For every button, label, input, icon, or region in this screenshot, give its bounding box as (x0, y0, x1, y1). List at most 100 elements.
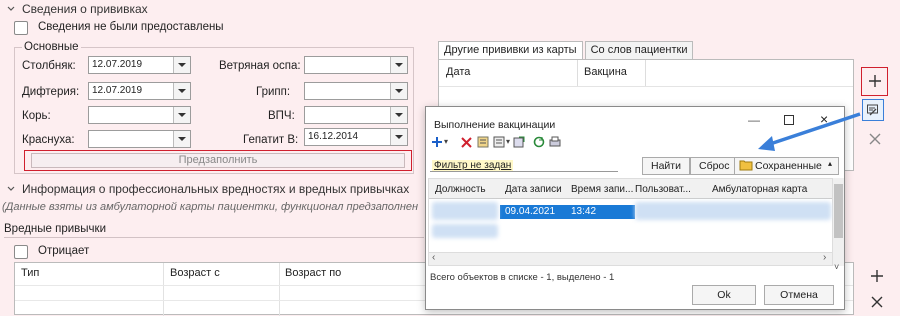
filter-underline (430, 171, 618, 172)
denies-label: Отрицает (38, 245, 90, 257)
dropdown-arrow-icon[interactable] (390, 129, 407, 145)
export-icon[interactable] (512, 135, 526, 149)
row-record-date: 09.04.2021 (505, 206, 556, 217)
dropdown-arrow-icon[interactable] (173, 131, 190, 147)
section-title: Сведения о прививках (22, 2, 148, 16)
vaccination-grid: Должность Дата записи Время запи... Поль… (428, 178, 833, 266)
row-record-time: 13:42 (571, 206, 597, 217)
folder-icon (739, 160, 753, 171)
denies-checkbox[interactable] (14, 245, 28, 259)
chevron-down-icon (7, 6, 15, 11)
column-header-age-from: Возраст с (170, 267, 220, 279)
column-divider (645, 60, 646, 86)
delete-habit-button[interactable] (866, 291, 888, 313)
column-header-record-date[interactable]: Дата записи (505, 184, 562, 195)
dropdown-arrow-icon[interactable]: ▴ (828, 159, 832, 168)
plus-icon (871, 270, 883, 282)
column-header-outpatient-card[interactable]: Амбулаторная карта (712, 184, 807, 195)
section-title: Информация о профессиональных вредностях… (22, 182, 410, 196)
view-icon[interactable] (492, 135, 506, 149)
column-header-user[interactable]: Пользоват... (635, 184, 691, 195)
column-header-age-to: Возраст по (285, 267, 342, 279)
add-icon[interactable] (430, 135, 444, 149)
chevron-down-icon[interactable]: ˅ (834, 262, 839, 272)
status-text: Всего объектов в списке - 1, выделено - … (430, 272, 615, 283)
scrollbar-thumb[interactable] (834, 184, 843, 238)
scroll-left-icon[interactable]: ‹ (432, 252, 435, 263)
vaccination-section-header[interactable]: Сведения о прививках (0, 0, 860, 18)
find-button[interactable]: Найти (642, 157, 690, 175)
hpv-combo[interactable] (304, 106, 408, 124)
chickenpox-combo[interactable] (304, 56, 408, 74)
diphtheria-label: Дифтерия: (22, 86, 80, 98)
column-header-position[interactable]: Должность (435, 184, 486, 195)
rubella-combo[interactable] (88, 130, 191, 148)
column-header-date: Дата (446, 66, 471, 78)
measles-label: Корь: (22, 110, 51, 122)
horizontal-scrollbar[interactable] (429, 252, 832, 265)
column-divider (279, 263, 280, 316)
scroll-right-icon[interactable]: › (823, 252, 826, 263)
saved-label: Сохраненные (755, 160, 822, 172)
hepatitis-b-combo[interactable]: 16.12.2014 (304, 128, 408, 146)
diphtheria-combo[interactable]: 12.07.2019 (88, 82, 191, 100)
not-provided-label: Сведения не были предоставлены (38, 21, 224, 33)
dialog-title: Выполнение вакцинации (434, 119, 556, 131)
redacted-user-card (635, 202, 831, 220)
hepatitis-b-value: 16.12.2014 (308, 131, 359, 142)
column-header-record-time[interactable]: Время запи... (571, 184, 633, 195)
diphtheria-value: 12.07.2019 (92, 85, 143, 96)
flu-value (305, 83, 390, 99)
hpv-value (305, 107, 390, 123)
chevron-down-icon (7, 186, 15, 191)
measles-combo[interactable] (88, 106, 191, 124)
measles-value (89, 107, 173, 123)
refresh-icon[interactable] (532, 135, 546, 149)
tetanus-label: Столбняк: (22, 60, 76, 72)
dropdown-arrow-icon[interactable] (390, 83, 407, 99)
chickenpox-label: Ветряная оспа: (219, 60, 301, 72)
column-divider (163, 263, 164, 316)
prefill-button[interactable]: Предзаполнить (31, 153, 405, 168)
reset-button[interactable]: Сброс (690, 157, 739, 175)
column-header-type: Тип (21, 267, 40, 279)
rubella-label: Краснуха: (22, 134, 75, 146)
dropdown-arrow-icon[interactable] (173, 57, 190, 73)
data-source-note: (Данные взяты из амбулаторной карты паци… (2, 201, 419, 213)
column-header-vaccine: Вакцина (584, 66, 627, 78)
flu-combo[interactable] (304, 82, 408, 100)
delete-icon[interactable] (460, 136, 473, 149)
view-dropdown-icon[interactable]: ▾ (506, 137, 510, 146)
cancel-button[interactable]: Отмена (764, 285, 834, 305)
tab-patient-words[interactable]: Со слов пациентки (584, 41, 694, 60)
vertical-scrollbar[interactable] (833, 178, 844, 266)
properties-icon[interactable] (476, 135, 490, 149)
dropdown-arrow-icon[interactable] (173, 83, 190, 99)
filter-link[interactable]: Фильтр не задан (432, 160, 514, 171)
close-icon (869, 133, 881, 145)
hepatitis-b-label: Гепатит В: (243, 134, 299, 146)
basic-group-label: Основные (22, 41, 81, 53)
dropdown-arrow-icon[interactable] (390, 107, 407, 123)
ok-button[interactable]: Ok (692, 285, 756, 305)
divider (4, 237, 424, 238)
dropdown-arrow-icon[interactable] (390, 57, 407, 73)
close-icon (871, 296, 883, 308)
habits-label: Вредные привычки (4, 223, 106, 235)
arrow-annotation (758, 112, 861, 151)
tetanus-combo[interactable]: 12.07.2019 (88, 56, 191, 74)
not-provided-checkbox[interactable] (14, 21, 28, 35)
add-dropdown-icon[interactable]: ▾ (444, 137, 448, 146)
flu-label: Грипп: (256, 86, 291, 98)
redacted-position (432, 224, 498, 238)
print-icon[interactable] (548, 135, 562, 149)
rubella-value (89, 131, 173, 147)
dropdown-arrow-icon[interactable] (173, 107, 190, 123)
tab-other-vaccines[interactable]: Другие прививки из карты (438, 41, 583, 60)
hpv-label: ВПЧ: (268, 110, 295, 122)
add-button[interactable] (864, 70, 886, 92)
redacted-position (432, 202, 498, 220)
chickenpox-value (305, 57, 390, 73)
add-habit-button[interactable] (866, 265, 888, 287)
column-divider (577, 60, 578, 86)
